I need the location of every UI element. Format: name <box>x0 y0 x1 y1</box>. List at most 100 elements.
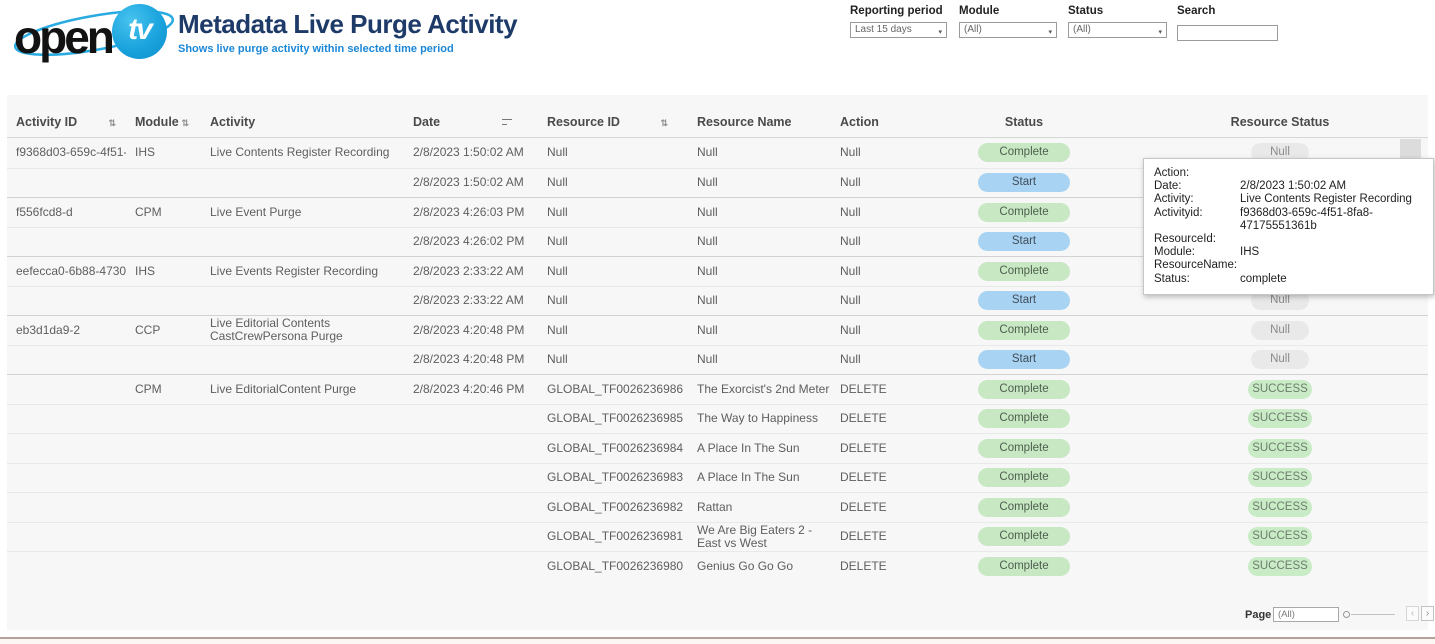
cell-resource-name: Null <box>688 265 831 278</box>
cell-resource-name: Null <box>688 324 831 337</box>
column-header-date[interactable]: Date <box>404 115 538 129</box>
table-row[interactable]: GLOBAL_TF0026236985 The Way to Happiness… <box>7 404 1428 434</box>
previous-page-button[interactable]: ‹ <box>1406 606 1419 621</box>
cell-resource-id: Null <box>538 353 688 366</box>
sort-icon[interactable]: ⇅ <box>108 118 116 129</box>
table-header-row: Activity ID ⇅ Module ⇅ Activity Date Res… <box>7 95 1428 138</box>
cell-status: Complete <box>959 262 1089 281</box>
column-header-status[interactable]: Status <box>959 115 1089 129</box>
cell-status: Complete <box>959 498 1089 517</box>
sort-icon[interactable]: ⇅ <box>181 118 189 129</box>
tooltip-row: Activityid:f9368d03-659c-4f51-8fa8-47175… <box>1154 207 1423 233</box>
module-filter-select[interactable]: (All) ▾ <box>959 22 1057 38</box>
search-input[interactable] <box>1177 25 1278 41</box>
page-slider[interactable] <box>1343 610 1395 620</box>
logo-open-text: open <box>14 10 112 64</box>
cell-resource-status: SUCCESS <box>1114 468 1435 487</box>
tooltip-field-value: 2/8/2023 1:50:02 AM <box>1240 180 1423 193</box>
column-header-module[interactable]: Module ⇅ <box>126 115 201 129</box>
status-badge: Complete <box>978 468 1070 487</box>
table-row[interactable]: GLOBAL_TF0026236980 Genius Go Go Go DELE… <box>7 551 1428 581</box>
status-badge: Complete <box>978 321 1070 340</box>
reporting-period-select[interactable]: Last 15 days ▾ <box>850 22 947 38</box>
cell-action: Null <box>831 265 959 278</box>
page-slider-knob[interactable] <box>1343 611 1350 618</box>
row-details-tooltip: Action:Date:2/8/2023 1:50:02 AMActivity:… <box>1143 158 1434 295</box>
column-header-action[interactable]: Action <box>831 115 959 129</box>
column-header-resource-name[interactable]: Resource Name <box>688 115 831 129</box>
table-row[interactable]: CPM Live EditorialContent Purge 2/8/2023… <box>7 374 1428 404</box>
cell-resource-name: Null <box>688 176 831 189</box>
table-row[interactable]: GLOBAL_TF0026236983 A Place In The Sun D… <box>7 463 1428 493</box>
cell-status: Complete <box>959 557 1089 576</box>
table-row[interactable]: 2/8/2023 4:20:48 PM Null Null Null Start… <box>7 345 1428 375</box>
cell-resource-name: Null <box>688 146 831 159</box>
cell-activity: Live Event Purge <box>201 206 404 219</box>
page-label: Page <box>1245 609 1271 621</box>
cell-resource-id: GLOBAL_TF0026236981 <box>538 530 688 543</box>
cell-resource-name: Genius Go Go Go <box>688 560 831 573</box>
tooltip-field-label: ResourceId: <box>1154 233 1240 246</box>
table-row[interactable]: GLOBAL_TF0026236982 Rattan DELETE Comple… <box>7 492 1428 522</box>
cell-resource-status: SUCCESS <box>1114 527 1435 546</box>
tooltip-row: Module:IHS <box>1154 246 1423 259</box>
table-row[interactable]: GLOBAL_TF0026236981 We Are Big Eaters 2 … <box>7 522 1428 552</box>
cell-activity: Live Contents Register Recording <box>201 146 404 159</box>
resource-status-badge: SUCCESS <box>1248 468 1312 487</box>
column-header-activity[interactable]: Activity <box>201 115 404 129</box>
tooltip-field-value <box>1240 259 1423 272</box>
cell-action: Null <box>831 235 959 248</box>
cell-status: Complete <box>959 380 1089 399</box>
status-badge: Complete <box>978 527 1070 546</box>
cell-resource-name: Null <box>688 353 831 366</box>
cell-date: 2/8/2023 1:50:02 AM <box>404 146 538 159</box>
next-page-button[interactable]: › <box>1421 606 1434 621</box>
cell-date: 2/8/2023 2:33:22 AM <box>404 265 538 278</box>
tooltip-field-label: Activity: <box>1154 193 1240 206</box>
cell-resource-name: Null <box>688 294 831 307</box>
reporting-period-label: Reporting period <box>850 5 947 17</box>
opentv-logo: open tv <box>8 3 178 61</box>
resource-status-badge: SUCCESS <box>1248 557 1312 576</box>
column-header-resource-id[interactable]: Resource ID ⇅ <box>538 115 688 129</box>
tooltip-row: Activity:Live Contents Register Recordin… <box>1154 193 1423 206</box>
cell-action: DELETE <box>831 471 959 484</box>
sort-descending-icon[interactable] <box>502 118 512 126</box>
column-header-activity-id[interactable]: Activity ID ⇅ <box>7 115 126 129</box>
vertical-scrollbar-thumb[interactable] <box>1400 139 1421 158</box>
cell-action: Null <box>831 146 959 159</box>
tooltip-field-label: ResourceName: <box>1154 259 1240 272</box>
resource-status-badge: SUCCESS <box>1248 439 1312 458</box>
status-badge: Complete <box>978 439 1070 458</box>
cell-resource-name: Rattan <box>688 501 831 514</box>
status-filter-select[interactable]: (All) ▾ <box>1068 22 1167 38</box>
cell-action: DELETE <box>831 383 959 396</box>
cell-activity-id: f9368d03-659c-4f51-8f.. <box>7 146 126 159</box>
cell-module: IHS <box>126 265 201 278</box>
tooltip-field-value: IHS <box>1240 246 1423 259</box>
cell-activity: Live EditorialContent Purge <box>201 383 404 396</box>
cell-resource-name: Null <box>688 206 831 219</box>
tooltip-field-label: Date: <box>1154 180 1240 193</box>
column-header-resource-status[interactable]: Resource Status <box>1114 115 1435 129</box>
status-badge: Complete <box>978 262 1070 281</box>
cell-status: Complete <box>959 468 1089 487</box>
resource-status-badge: Null <box>1251 321 1309 340</box>
cell-module: IHS <box>126 146 201 159</box>
resource-status-badge: SUCCESS <box>1248 380 1312 399</box>
cell-resource-name: A Place In The Sun <box>688 442 831 455</box>
table-row[interactable]: GLOBAL_TF0026236984 A Place In The Sun D… <box>7 433 1428 463</box>
cell-action: DELETE <box>831 442 959 455</box>
page-title: Metadata Live Purge Activity <box>178 9 517 40</box>
chevron-down-icon: ▾ <box>1048 26 1052 40</box>
table-row[interactable]: eb3d1da9-2 CCP Live Editorial Contents C… <box>7 315 1428 345</box>
status-badge: Complete <box>978 380 1070 399</box>
status-badge: Start <box>978 291 1070 310</box>
page-size-select[interactable]: (All) <box>1273 607 1339 622</box>
sort-icon[interactable]: ⇅ <box>660 118 668 129</box>
status-badge: Complete <box>978 409 1070 428</box>
status-filter-value: (All) <box>1073 24 1091 35</box>
module-filter-value: (All) <box>964 24 982 35</box>
cell-resource-name: We Are Big Eaters 2 - East vs West <box>688 524 831 550</box>
cell-module: CPM <box>126 206 201 219</box>
